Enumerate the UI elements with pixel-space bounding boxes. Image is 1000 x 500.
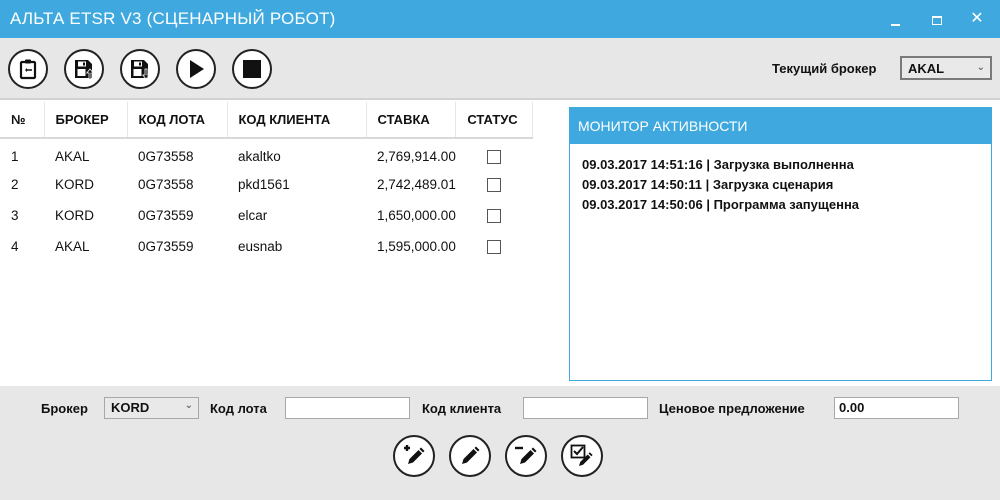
price-input[interactable]: 0.00 xyxy=(834,397,959,419)
cell-lot: 0G73558 xyxy=(138,177,194,192)
remove-pencil-icon xyxy=(515,446,537,464)
column-header-lot[interactable]: КОД ЛОТА xyxy=(127,102,228,139)
current-broker-value: AKAL xyxy=(908,61,945,76)
cell-status xyxy=(456,169,533,200)
cell-number: 4 xyxy=(11,239,19,254)
clipboard-button[interactable] xyxy=(8,49,48,89)
run-button[interactable] xyxy=(176,49,216,89)
column-header-client[interactable]: КОД КЛИЕНТА xyxy=(227,102,367,139)
status-checkbox[interactable] xyxy=(486,240,501,255)
bids-table: № БРОКЕР КОД ЛОТА КОД КЛИЕНТА СТАВКА СТА… xyxy=(0,102,540,262)
edit-row-button[interactable] xyxy=(449,435,491,477)
save-upload-icon xyxy=(75,60,95,80)
activity-log[interactable]: 09.03.2017 14:51:16 | Загрузка выполненн… xyxy=(570,144,991,215)
table-header-row: № БРОКЕР КОД ЛОТА КОД КЛИЕНТА СТАВКА СТА… xyxy=(0,102,534,139)
cell-number: 1 xyxy=(11,148,19,164)
chevron-down-icon: ⌄ xyxy=(184,400,193,411)
broker-select[interactable]: KORD ⌄ xyxy=(104,397,199,419)
status-checkbox[interactable] xyxy=(486,149,501,164)
add-pencil-icon xyxy=(404,445,425,464)
activity-monitor: МОНИТОР АКТИВНОСТИ 09.03.2017 14:51:16 |… xyxy=(569,107,992,381)
check-pencil-icon xyxy=(570,444,593,466)
save-download-icon xyxy=(131,60,151,80)
client-input[interactable] xyxy=(523,397,648,419)
add-row-button[interactable] xyxy=(393,435,435,477)
cell-client: pkd1561 xyxy=(238,177,290,192)
cell-client: elcar xyxy=(238,208,268,223)
title-bar: АЛЬТА ETSR V3 (СЦЕНАРНЫЙ РОБОТ) ✕ xyxy=(0,0,1000,38)
table-row[interactable]: 1 AKAL 0G73558 akaltko 2,769,914.00 xyxy=(0,138,533,169)
cell-bid: 2,742,489.01 xyxy=(377,177,456,192)
table-row[interactable]: 2 KORD 0G73558 pkd1561 2,742,489.01 xyxy=(0,169,533,200)
broker-field-label: Брокер xyxy=(41,401,88,416)
cell-status xyxy=(456,138,533,169)
cell-broker: KORD xyxy=(55,177,95,192)
save-download-button[interactable] xyxy=(120,49,160,89)
cell-lot: 0G73559 xyxy=(138,239,194,254)
check-edit-button[interactable] xyxy=(561,435,603,477)
cell-broker: KORD xyxy=(55,208,95,223)
column-header-number[interactable]: № xyxy=(0,102,45,139)
save-upload-button[interactable] xyxy=(64,49,104,89)
table-row[interactable]: 4 AKAL 0G73559 eusnab 1,595,000.00 xyxy=(0,231,533,262)
cell-number: 3 xyxy=(11,208,19,223)
price-field-label: Ценовое предложение xyxy=(659,401,805,416)
lot-input[interactable] xyxy=(285,397,410,419)
client-field-label: Код клиента xyxy=(422,401,502,416)
table-row[interactable]: 3 KORD 0G73559 elcar 1,650,000.00 xyxy=(0,200,533,231)
pencil-icon xyxy=(462,446,480,464)
cell-bid: 1,650,000.00 xyxy=(377,208,456,223)
column-header-broker[interactable]: БРОКЕР xyxy=(44,102,128,139)
status-checkbox[interactable] xyxy=(486,178,501,193)
column-header-status[interactable]: СТАТУС xyxy=(455,102,534,139)
remove-row-button[interactable] xyxy=(505,435,547,477)
cell-status xyxy=(456,231,533,262)
maximize-icon[interactable] xyxy=(918,0,956,38)
cell-broker: AKAL xyxy=(55,239,90,254)
status-checkbox[interactable] xyxy=(486,209,501,224)
current-broker-label: Текущий брокер xyxy=(772,61,877,76)
cell-client: akaltko xyxy=(238,148,281,164)
cell-number: 2 xyxy=(11,177,19,192)
minimize-icon[interactable] xyxy=(876,0,914,38)
log-entry: 09.03.2017 14:51:16 | Загрузка выполненн… xyxy=(582,157,854,172)
cell-lot: 0G73559 xyxy=(138,208,194,223)
log-entry: 09.03.2017 14:50:06 | Программа запущенн… xyxy=(582,197,860,212)
broker-select-value: KORD xyxy=(111,400,150,415)
clipboard-icon xyxy=(19,59,37,80)
stop-button[interactable] xyxy=(232,49,272,89)
close-icon[interactable]: ✕ xyxy=(958,0,996,38)
stop-icon xyxy=(243,60,261,78)
cell-broker: AKAL xyxy=(55,148,90,164)
cell-lot: 0G73558 xyxy=(138,148,194,164)
cell-status xyxy=(456,200,533,231)
play-icon xyxy=(190,60,204,78)
lot-field-label: Код лота xyxy=(210,401,267,416)
chevron-down-icon: ⌄ xyxy=(976,62,985,73)
cell-bid: 2,769,914.00 xyxy=(377,148,456,164)
cell-client: eusnab xyxy=(238,239,283,254)
cell-bid: 1,595,000.00 xyxy=(377,239,456,254)
toolbar: Текущий брокер xyxy=(0,38,1000,100)
column-header-bid[interactable]: СТАВКА xyxy=(366,102,457,139)
current-broker-select[interactable]: AKAL ⌄ xyxy=(900,56,992,80)
log-entry: 09.03.2017 14:50:11 | Загрузка сценария xyxy=(582,177,834,192)
window-title: АЛЬТА ETSR V3 (СЦЕНАРНЫЙ РОБОТ) xyxy=(10,9,336,28)
activity-monitor-title: МОНИТОР АКТИВНОСТИ xyxy=(570,108,991,144)
